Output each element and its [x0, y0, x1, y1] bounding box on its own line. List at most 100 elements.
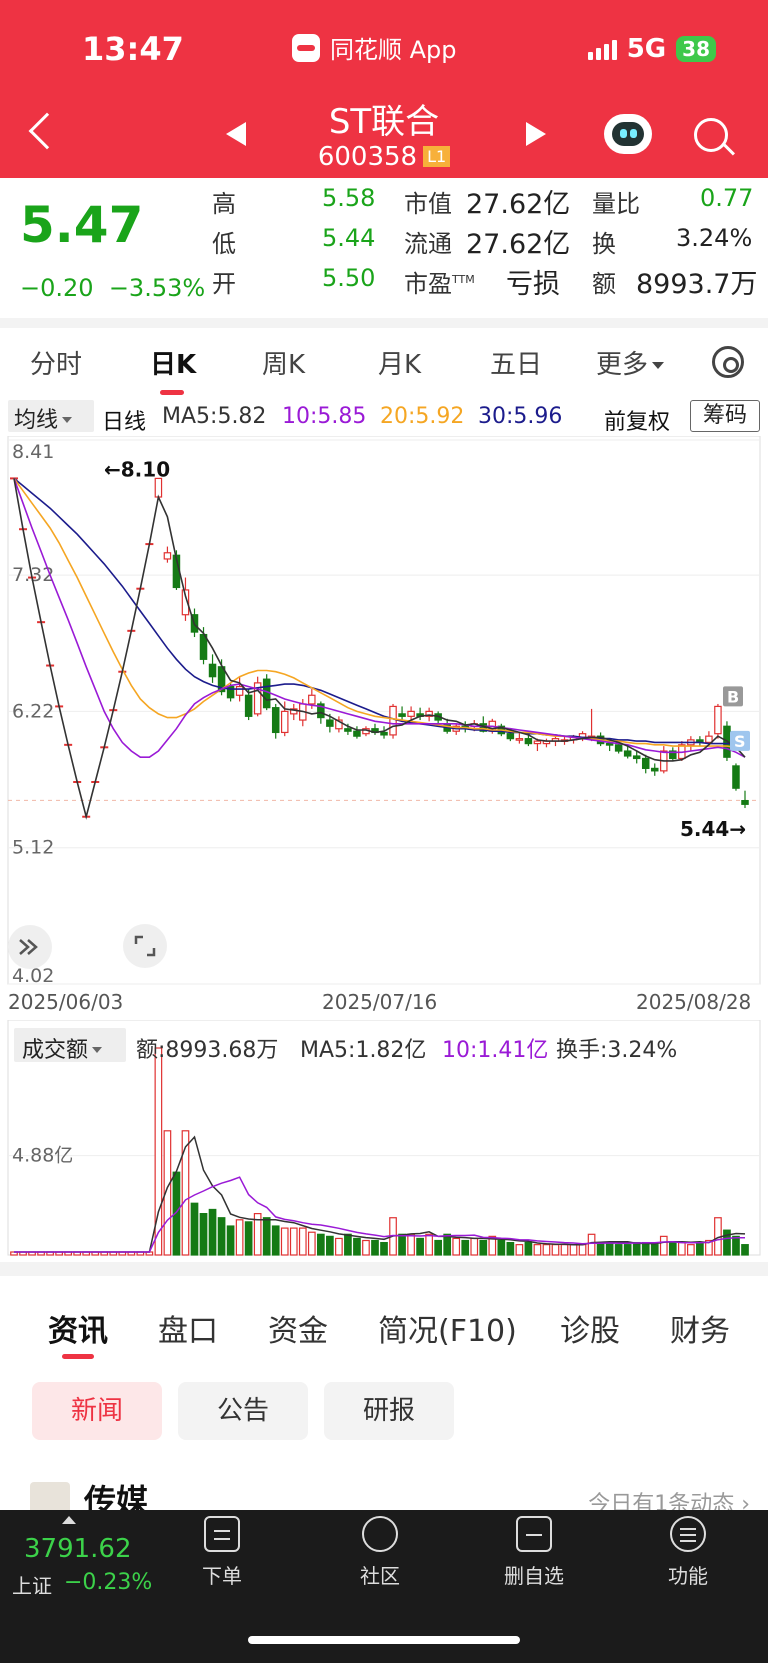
ma5-line: [13, 478, 746, 820]
news-title: 传媒: [84, 1482, 149, 1512]
candle-body: [353, 730, 361, 737]
volume-bar: [425, 1233, 433, 1256]
tab-profile[interactable]: 简况(F10): [378, 1306, 517, 1350]
order-icon: [204, 1516, 240, 1552]
volume-bar: [271, 1225, 280, 1256]
ma30-line: [13, 477, 745, 745]
volume-bar: [371, 1239, 379, 1256]
chip-distribution-button[interactable]: 筹码: [690, 400, 760, 432]
candle-body: [244, 694, 253, 717]
tab-orderbook[interactable]: 盘口: [158, 1306, 218, 1350]
volume-bar: [623, 1244, 632, 1256]
volume-turnover: 换手:3.24%: [556, 1038, 678, 1063]
volume-bar: [470, 1237, 479, 1256]
volume-bar: [190, 1202, 199, 1256]
volume-bar: [461, 1239, 470, 1256]
volume-bar: [217, 1217, 226, 1256]
volume-indicator-select[interactable]: 成交额: [14, 1028, 126, 1063]
volume-bar: [443, 1233, 452, 1256]
ma10-line: [13, 478, 746, 758]
tab-daily-k[interactable]: 日K: [150, 344, 196, 381]
pe-value: 亏损: [506, 269, 560, 300]
nav-remove-watchlist[interactable]: 删自选: [494, 1516, 574, 1589]
expand-up-icon[interactable]: [62, 1516, 76, 1524]
tab-news[interactable]: 资讯: [48, 1306, 108, 1350]
max-price-label: ←8.10: [104, 457, 170, 481]
volume-bar: [696, 1241, 704, 1256]
chart-frame: [7, 436, 761, 985]
volume-bar: [614, 1244, 623, 1256]
nav-functions[interactable]: 功能: [648, 1516, 728, 1589]
indicator-select[interactable]: 均线: [8, 400, 94, 433]
active-tab-indicator: [160, 390, 184, 395]
news-thumbnail-icon: [30, 1482, 70, 1512]
volume-bar: [434, 1239, 443, 1256]
tab-weekly-k[interactable]: 周K: [262, 344, 305, 381]
amount-label: 额: [592, 270, 616, 298]
tab-diagnosis[interactable]: 诊股: [560, 1306, 620, 1350]
tab-monthly-k[interactable]: 月K: [378, 344, 421, 381]
filter-announcements[interactable]: 公告: [178, 1382, 308, 1440]
active-tab-indicator: [62, 1354, 94, 1359]
volume-bar: [641, 1241, 650, 1256]
signal-icon: [587, 38, 617, 60]
status-app: 同花顺 App: [292, 30, 457, 65]
volume-bar: [244, 1221, 253, 1256]
news-item[interactable]: 传媒 今日有1条动态 ›: [30, 1476, 750, 1512]
section-divider: [0, 1262, 768, 1276]
nav-community-label: 社区: [360, 1564, 400, 1588]
settings-icon[interactable]: [712, 346, 744, 378]
kline-type-label: 日线: [102, 410, 147, 435]
volume-bar: [732, 1235, 740, 1256]
y-tick-label: 6.22: [12, 700, 54, 722]
mcap-value: 27.62亿: [466, 189, 571, 220]
change-percent: −3.53%: [108, 274, 206, 302]
volume-bar: [289, 1227, 298, 1256]
status-right: 5G 38: [587, 34, 716, 64]
index-value[interactable]: 3791.62: [24, 1534, 132, 1564]
y-tick-label: 5.12: [12, 837, 54, 859]
candle-body: [533, 740, 542, 745]
tab-five-day[interactable]: 五日: [490, 344, 542, 381]
filter-research[interactable]: 研报: [324, 1382, 454, 1440]
volume-bar: [407, 1233, 415, 1256]
candle-body: [614, 744, 623, 752]
volume-bar: [551, 1244, 560, 1256]
volume-bar: [452, 1237, 461, 1256]
volume-bar: [569, 1244, 578, 1256]
float-value: 27.62亿: [466, 229, 571, 260]
candle-body: [705, 735, 713, 743]
volume-bar: [353, 1237, 361, 1256]
app-header: 13:47 同花顺 App 5G 38 ST联合 600358 L1: [0, 0, 768, 178]
volume-legend-row: 成交额 额:8993.68万 MA5:1.82亿 10:1.41亿 换手:3.2…: [0, 1024, 768, 1064]
volume-bar: [344, 1233, 352, 1256]
next-stock-icon[interactable]: [526, 122, 546, 146]
volume-bar: [326, 1235, 334, 1256]
search-icon[interactable]: [694, 118, 728, 152]
nav-remove-watchlist-label: 删自选: [504, 1564, 564, 1588]
tab-finance[interactable]: 财务: [670, 1306, 730, 1350]
kline-chart[interactable]: 8.417.326.225.124.02←8.105.44→BS: [0, 436, 768, 986]
candle-body: [262, 678, 271, 709]
ma30-value: 30:5.96: [478, 404, 563, 429]
adjust-mode[interactable]: 前复权: [604, 404, 670, 436]
candle-body: [732, 765, 740, 789]
nav-community[interactable]: 社区: [340, 1516, 420, 1589]
price-change: −0.20 −3.53%: [20, 274, 205, 302]
section-divider: [0, 318, 768, 328]
turnover-value: 3.24%: [676, 224, 753, 252]
news-dynamic-count[interactable]: 今日有1条动态 ›: [588, 1486, 750, 1512]
tab-intraday[interactable]: 分时: [30, 344, 82, 381]
tab-capital[interactable]: 资金: [268, 1306, 328, 1350]
volume-bar: [506, 1241, 515, 1256]
tab-more[interactable]: 更多: [596, 344, 665, 381]
volume-ma5-line: [14, 1135, 746, 1253]
info-tabs: 资讯 盘口 资金 简况(F10) 诊股 财务: [0, 1296, 768, 1366]
stock-code-row: 600358 L1: [0, 142, 768, 172]
candle-body: [506, 733, 515, 740]
home-indicator[interactable]: [248, 1636, 520, 1644]
ai-robot-icon[interactable]: [604, 114, 652, 154]
filter-news[interactable]: 新闻: [32, 1382, 162, 1440]
volume-bar: [208, 1208, 217, 1256]
nav-order[interactable]: 下单: [182, 1516, 262, 1589]
